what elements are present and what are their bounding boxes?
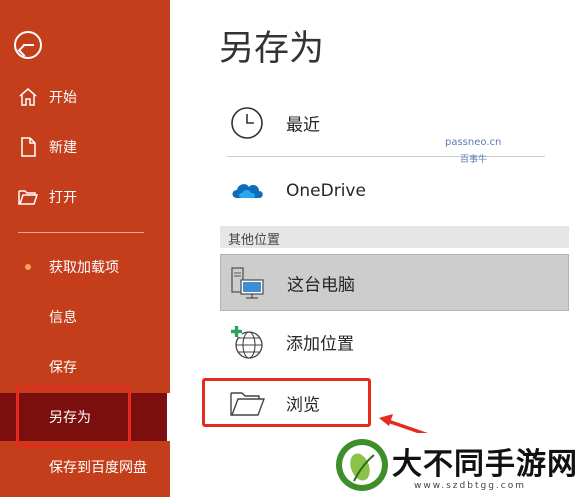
page-title: 另存为 xyxy=(219,29,325,69)
location-label: 这台电脑 xyxy=(287,275,355,295)
sidebar-item-home[interactable]: 开始 xyxy=(0,77,170,117)
new-document-icon xyxy=(17,136,39,158)
sidebar-item-label: 打开 xyxy=(49,190,77,206)
sidebar-item-label: 新建 xyxy=(49,140,77,156)
location-onedrive[interactable]: OneDrive xyxy=(220,166,545,216)
clock-icon xyxy=(228,104,266,142)
brand-url: www.szdbtgg.com xyxy=(414,481,526,491)
sidebar-item-label: 开始 xyxy=(49,90,77,106)
sidebar-item-save[interactable]: 保存 xyxy=(0,347,170,387)
separator xyxy=(227,156,545,157)
back-arrow-icon[interactable] xyxy=(14,31,42,59)
sidebar-item-label: 保存到百度网盘 xyxy=(49,460,147,476)
location-this-pc[interactable]: 这台电脑 xyxy=(220,254,569,311)
onedrive-cloud-icon xyxy=(228,172,266,210)
brand-watermark: 大不同手游网 www.szdbtgg.com xyxy=(334,433,585,497)
sidebar-item-label: 保存 xyxy=(49,360,77,376)
sidebar-item-save-to-baidu[interactable]: 保存到百度网盘 xyxy=(0,447,170,487)
location-label: 添加位置 xyxy=(286,334,354,355)
brand-text: 大不同手游网 xyxy=(392,447,578,482)
other-locations-header: 其他位置 xyxy=(220,226,569,248)
this-pc-icon xyxy=(229,264,267,302)
brand-logo-icon xyxy=(336,439,388,491)
sidebar-item-addins[interactable]: 获取加载项 xyxy=(0,247,170,287)
watermark-text-sub: 百事牛 xyxy=(460,155,488,165)
sidebar-divider xyxy=(18,232,144,233)
sidebar-item-label: 信息 xyxy=(49,310,77,326)
highlight-box-browse xyxy=(202,378,371,427)
sidebar-item-label: 获取加载项 xyxy=(49,260,119,276)
watermark-text: passneo.cn xyxy=(445,137,502,148)
location-label: OneDrive xyxy=(286,181,366,201)
sidebar-item-info[interactable]: 信息 xyxy=(0,297,170,337)
sidebar-item-new[interactable]: 新建 xyxy=(0,127,170,167)
home-icon xyxy=(17,86,39,108)
highlight-box-save-as xyxy=(16,386,131,447)
add-location-globe-icon xyxy=(228,323,266,361)
section-header-label: 其他位置 xyxy=(228,233,281,248)
folder-open-icon xyxy=(17,186,39,208)
sidebar-item-open[interactable]: 打开 xyxy=(0,177,170,217)
location-label: 最近 xyxy=(286,115,320,136)
dot-icon xyxy=(25,264,31,270)
location-add-place[interactable]: 添加位置 xyxy=(220,317,545,367)
